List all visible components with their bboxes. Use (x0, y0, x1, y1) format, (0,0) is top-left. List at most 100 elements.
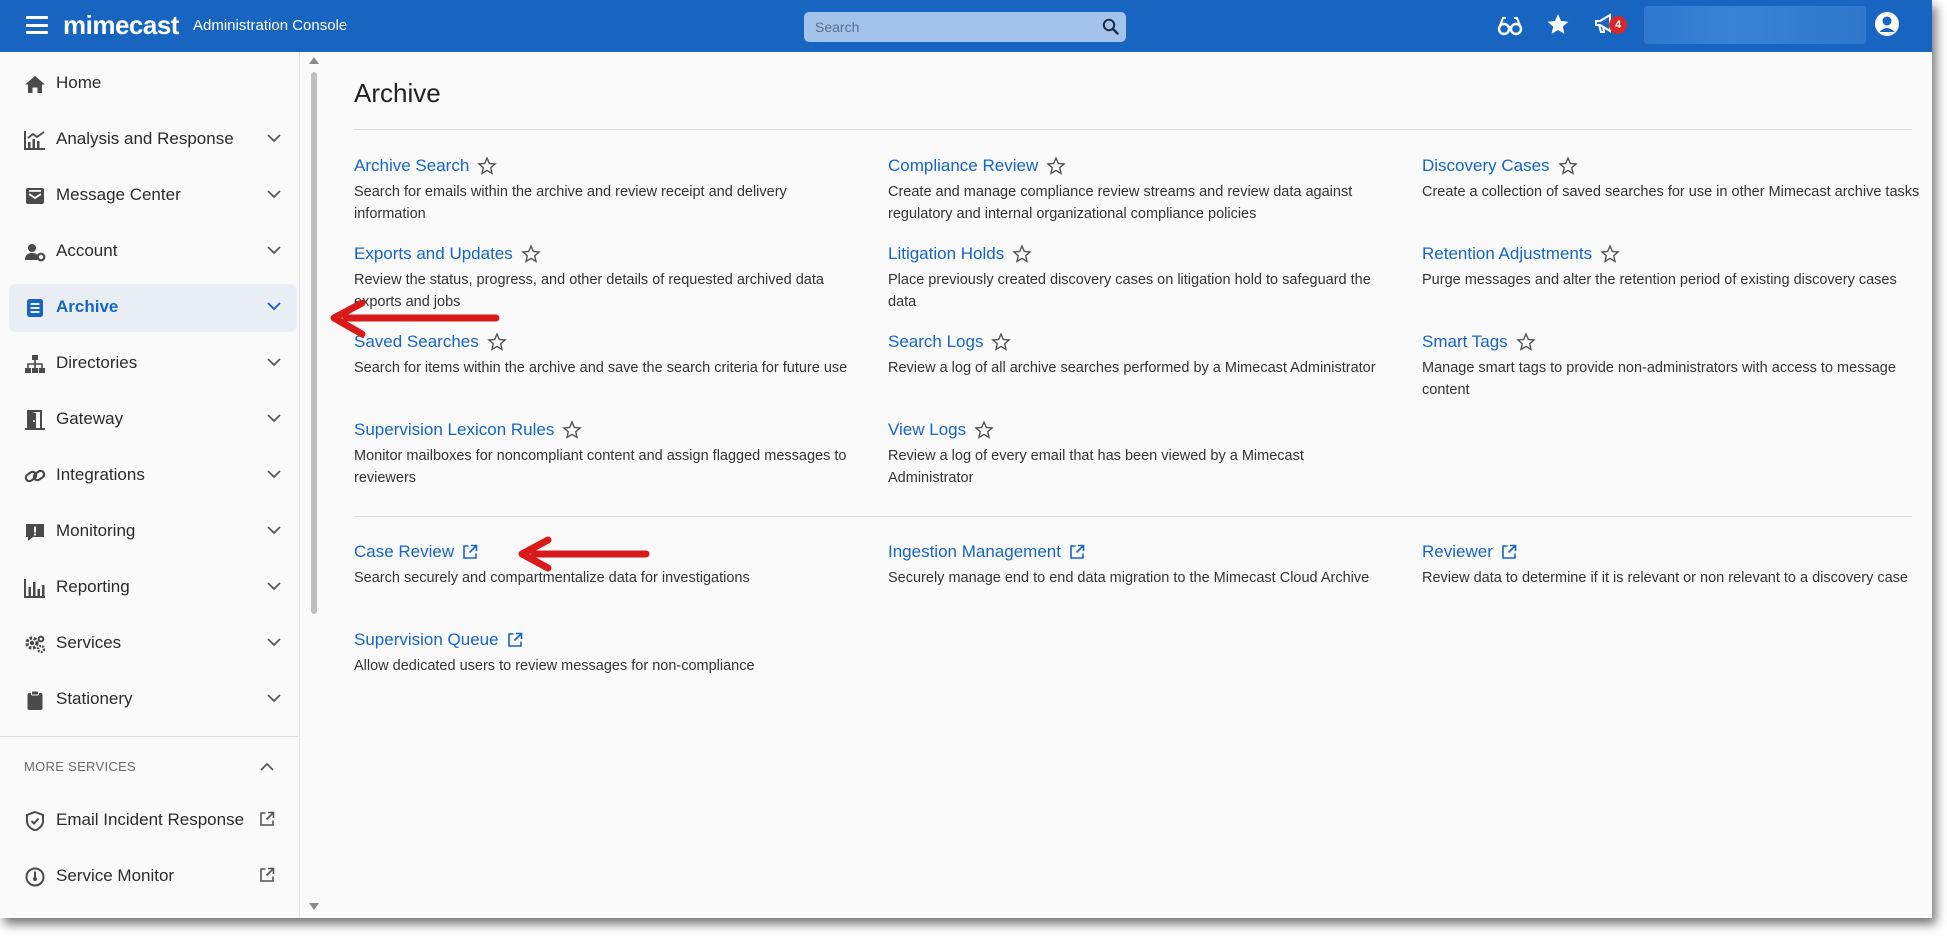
star-icon[interactable] (1545, 12, 1571, 37)
card-reviewer: Reviewer Review data to determine if it … (1422, 542, 1922, 589)
star-outline-icon[interactable] (1557, 156, 1578, 176)
scroll-up-arrow-icon[interactable] (309, 57, 319, 64)
sidebar-item-stationery[interactable]: Stationery (9, 676, 297, 724)
search-icon[interactable] (1102, 18, 1119, 35)
card-link[interactable]: Retention Adjustments (1422, 244, 1592, 264)
chevron-down-icon[interactable] (267, 581, 281, 591)
star-outline-icon[interactable] (562, 420, 583, 440)
external-link-icon[interactable] (507, 632, 523, 648)
card-description: Manage smart tags to provide non-adminis… (1422, 360, 1896, 398)
card-retention-adjustments: Retention Adjustments Purge messages and… (1422, 244, 1922, 291)
card-link[interactable]: Archive Search (354, 156, 469, 176)
archive-icon (27, 299, 43, 317)
main-content: Archive Archive Search Search for emails… (324, 52, 1932, 918)
external-link-icon[interactable] (1069, 544, 1085, 560)
card-link[interactable]: Case Review (354, 542, 454, 562)
card-description: Review a log of every email that has bee… (888, 448, 1304, 486)
chevron-down-icon[interactable] (267, 133, 281, 143)
card-link[interactable]: Exports and Updates (354, 244, 513, 264)
search-input[interactable] (804, 12, 1094, 42)
chevron-down-icon[interactable] (267, 413, 281, 423)
sidebar-item-archive[interactable]: Archive (9, 284, 297, 332)
sidebar-item-label: Gateway (56, 409, 124, 428)
bar-chart-icon (24, 579, 45, 598)
sidebar-item-label: Stationery (56, 689, 133, 708)
scroll-down-arrow-icon[interactable] (309, 903, 319, 910)
card-link[interactable]: Supervision Queue (354, 630, 499, 650)
card-description: Place previously created discovery cases… (888, 272, 1371, 310)
user-gear-icon (25, 244, 46, 262)
chevron-down-icon[interactable] (267, 245, 281, 255)
sidebar-scroll-thumb[interactable] (311, 72, 317, 614)
sidebar-item-label: Monitoring (56, 521, 136, 540)
chevron-down-icon[interactable] (267, 189, 281, 199)
sidebar-item-monitoring[interactable]: Monitoring (9, 508, 297, 556)
chevron-down-icon[interactable] (267, 693, 281, 703)
card-description: Review a log of all archive searches per… (888, 360, 1376, 376)
chevron-down-icon[interactable] (267, 469, 281, 479)
sidebar-divider (0, 736, 298, 737)
glasses-icon[interactable] (1497, 14, 1523, 38)
external-link-icon[interactable] (259, 867, 275, 883)
sidebar-item-label: Integrations (56, 465, 145, 484)
section-divider (354, 516, 1912, 517)
card-link[interactable]: Discovery Cases (1422, 156, 1550, 176)
card-link[interactable]: Reviewer (1422, 542, 1493, 562)
external-link-icon[interactable] (259, 811, 275, 827)
chevron-up-icon[interactable] (260, 762, 274, 772)
sidebar-item-analysis-and-response[interactable]: Analysis and Response (9, 116, 297, 164)
notification-badge: 4 (1609, 16, 1627, 34)
sidebar-item-label: Directories (56, 353, 138, 372)
sidebar-item-label: Reporting (56, 577, 130, 596)
card-link[interactable]: Search Logs (888, 332, 983, 352)
chevron-down-icon[interactable] (267, 525, 281, 535)
card-description: Purge messages and alter the retention p… (1422, 272, 1897, 288)
external-link-icon[interactable] (462, 544, 478, 560)
card-link[interactable]: Supervision Lexicon Rules (354, 420, 554, 440)
sidebar-item-services[interactable]: Services (9, 620, 297, 668)
sidebar-item-label: Service Monitor (56, 866, 175, 885)
app-subtitle: Administration Console (193, 17, 348, 34)
card-link[interactable]: View Logs (888, 420, 966, 440)
sidebar-item-gateway[interactable]: Gateway (9, 396, 297, 444)
external-link-icon[interactable] (1501, 544, 1517, 560)
card-description: Create a collection of saved searches fo… (1422, 184, 1920, 200)
search-box[interactable] (804, 12, 1126, 42)
star-outline-icon[interactable] (1515, 332, 1536, 352)
card-link[interactable]: Ingestion Management (888, 542, 1061, 562)
card-description: Allow dedicated users to review messages… (354, 658, 755, 674)
annotation-arrow-case-review (518, 536, 650, 572)
sidebar-item-message-center[interactable]: Message Center (9, 172, 297, 220)
chevron-down-icon[interactable] (267, 357, 281, 367)
user-avatar-icon[interactable] (1874, 11, 1900, 37)
card-supervision-queue: Supervision Queue Allow dedicated users … (354, 630, 854, 677)
star-outline-icon[interactable] (1600, 244, 1620, 264)
card-litigation-holds: Litigation Holds Place previously create… (888, 244, 1388, 313)
sidebar-item-home[interactable]: Home (9, 60, 297, 108)
card-link[interactable]: Smart Tags (1422, 332, 1508, 352)
card-discovery-cases: Discovery Cases Create a collection of s… (1422, 156, 1922, 203)
gears-icon (25, 635, 46, 654)
chevron-down-icon[interactable] (267, 637, 281, 647)
star-outline-icon[interactable] (974, 420, 994, 440)
sidebar-item-service-monitor[interactable]: Service Monitor (9, 853, 297, 901)
sidebar-item-email-incident-response[interactable]: Email Incident Response (9, 797, 297, 845)
sidebar-item-integrations[interactable]: Integrations (9, 452, 297, 500)
sidebar-item-account[interactable]: Account (9, 228, 297, 276)
sidebar-item-label: Email Incident Response (56, 810, 245, 829)
brand-logo[interactable]: mimecast (63, 10, 179, 41)
sidebar-item-directories[interactable]: Directories (9, 340, 297, 388)
star-outline-icon[interactable] (991, 332, 1012, 352)
top-bar: mimecast Administration Console 4 (0, 0, 1932, 52)
card-link[interactable]: Compliance Review (888, 156, 1038, 176)
sidebar-item-label: Account (56, 241, 118, 260)
star-outline-icon[interactable] (520, 244, 541, 264)
card-link[interactable]: Litigation Holds (888, 244, 1004, 264)
chevron-down-icon[interactable] (267, 301, 281, 311)
section-divider (354, 129, 1912, 130)
star-outline-icon[interactable] (1046, 156, 1067, 176)
star-outline-icon[interactable] (477, 156, 498, 176)
hamburger-menu-icon[interactable] (26, 16, 48, 34)
star-outline-icon[interactable] (1012, 244, 1033, 264)
sidebar-item-reporting[interactable]: Reporting (9, 564, 297, 612)
